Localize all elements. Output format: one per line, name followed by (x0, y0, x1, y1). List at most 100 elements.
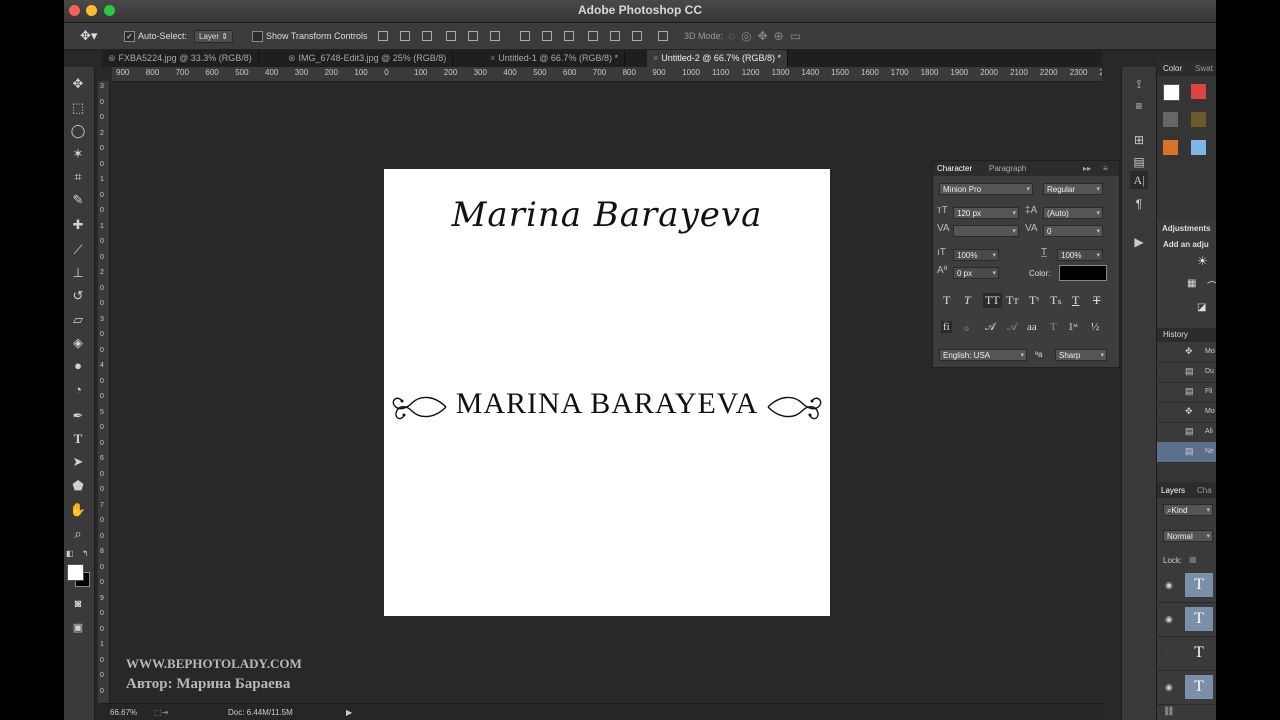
fractions-icon[interactable]: ½ (1091, 321, 1099, 333)
eyedropper-tool-icon[interactable]: ✎ (69, 191, 87, 209)
tracking-field[interactable]: 0 (1043, 225, 1103, 238)
horizontal-ruler[interactable]: 900 800 700 600 500 400 300 200 100 0 100 200 300 400… (112, 67, 1102, 82)
visibility-eye-icon[interactable]: ◉ (1165, 614, 1173, 625)
swap-colors-icon[interactable]: ↰ (82, 549, 89, 558)
tab-color[interactable]: Color (1163, 64, 1182, 73)
collapse-panel-icon[interactable]: ▸▸ (1083, 164, 1091, 173)
layer-row[interactable]: ◉ T (1157, 568, 1216, 603)
tab-img-6748[interactable]: ⊗ IMG_6748-Edit3.jpg @ 25% (RGB/8) (282, 50, 454, 67)
language-select[interactable]: English: USA (939, 349, 1027, 362)
distribute-top-icon[interactable] (520, 31, 530, 41)
tab-untitled-1[interactable]: × Untitled-1 @ 66.7% (RGB/8) * (484, 50, 625, 67)
visibility-eye-icon[interactable]: ◉ (1165, 682, 1173, 693)
brush-tool-icon[interactable]: ⟋ (69, 241, 87, 259)
kerning-field[interactable] (953, 225, 1019, 238)
screen-mode-icon[interactable]: ▣ (69, 619, 87, 637)
move-tool-preset-icon[interactable]: ✥▾ (80, 23, 97, 49)
type-tool-icon[interactable]: T (69, 430, 87, 448)
blur-tool-icon[interactable]: ● (69, 357, 87, 375)
exposure-icon[interactable]: ◪ (1197, 302, 1206, 313)
link-layers-icon[interactable]: ⛓ (1163, 706, 1174, 717)
quick-mask-icon[interactable]: ◙ (69, 595, 87, 613)
auto-select-dropdown[interactable]: Layer ⇕ (194, 23, 233, 49)
vertical-ruler[interactable]: 3 0 0 2 0 0 1 0 0 1 0 0 2 0 0 3 0 0 4 0 0 5 0 0 6 0 0 7 0 0 8 0 0 9 0 0 1 0 0 0 (98, 81, 110, 703)
default-colors-icon[interactable]: ◧ (66, 549, 74, 558)
history-item[interactable]: ✥ Mo (1157, 342, 1216, 363)
swatch-gray[interactable] (1163, 112, 1178, 127)
swatch-orange[interactable] (1163, 140, 1178, 155)
move-tool-icon[interactable]: ✥ (69, 75, 87, 93)
visibility-off-icon[interactable]: ▫ (1165, 648, 1168, 658)
old-style-icon[interactable]: ℴ (964, 321, 969, 334)
dodge-tool-icon[interactable]: ◔ (69, 381, 87, 399)
auto-align-icon[interactable] (658, 31, 668, 41)
close-tab-icon[interactable]: × (490, 53, 495, 63)
antialias-select[interactable]: Sharp (1055, 349, 1107, 362)
history-title[interactable]: History (1163, 330, 1188, 339)
clone-source-icon[interactable]: ▤ (1130, 153, 1148, 171)
layer-row[interactable]: ◉ T (1157, 602, 1216, 637)
eraser-tool-icon[interactable]: ▱ (69, 311, 87, 329)
levels-icon[interactable]: ▦ (1187, 278, 1196, 289)
distribute-left-icon[interactable] (588, 31, 598, 41)
align-bottom-icon[interactable] (422, 31, 432, 41)
zoom-level[interactable]: 66.67% (110, 708, 137, 717)
magic-wand-tool-icon[interactable]: ✶ (69, 145, 87, 163)
distribute-right-icon[interactable] (632, 31, 642, 41)
tab-channels[interactable]: Cha (1197, 486, 1212, 495)
brightness-icon[interactable]: ☀ (1197, 254, 1208, 268)
auto-select-checkbox[interactable]: ✓ Auto-Select: (124, 23, 187, 49)
export-icon[interactable]: ⬚⇥ (154, 708, 168, 717)
marquee-tool-icon[interactable]: ⬚ (69, 99, 87, 117)
tab-swatches[interactable]: Swat (1195, 64, 1213, 73)
font-family-select[interactable]: Minion Pro (939, 183, 1033, 196)
tab-paragraph[interactable]: Paragraph (989, 164, 1026, 173)
tab-character[interactable]: Character (937, 164, 972, 173)
strikethrough-icon[interactable]: T (1093, 293, 1100, 308)
vertical-scale-field[interactable]: 100% (953, 249, 999, 262)
paint-bucket-tool-icon[interactable]: ◈ (69, 334, 87, 352)
align-right-icon[interactable] (490, 31, 500, 41)
script-text-layer[interactable]: Marina Barayeva (384, 195, 830, 235)
history-item[interactable]: ▤ Ali (1157, 422, 1216, 443)
path-selection-tool-icon[interactable]: ➤ (69, 453, 87, 471)
visibility-eye-icon[interactable]: ◉ (1165, 580, 1173, 591)
small-caps-icon[interactable]: Tт (1006, 293, 1019, 308)
baseline-shift-field[interactable]: 0 px (953, 267, 999, 280)
align-left-icon[interactable] (446, 31, 456, 41)
shape-tool-icon[interactable]: ⬟ (69, 477, 87, 495)
properties-panel-icon[interactable]: ≡ (1130, 97, 1148, 115)
faux-bold-icon[interactable]: T (943, 293, 950, 308)
history-item[interactable]: ▤ Fli (1157, 382, 1216, 403)
blend-mode-select[interactable]: Normal (1163, 530, 1213, 543)
brush-panel-icon[interactable]: ⟟ (1130, 75, 1148, 93)
subscript-icon[interactable]: Tₛ (1050, 293, 1062, 308)
faux-italic-icon[interactable]: T (964, 293, 971, 308)
tab-untitled-2[interactable]: × Untitled-2 @ 66.7% (RGB/8) * (647, 50, 788, 67)
layer-comps-icon[interactable]: ⊞ (1130, 131, 1148, 149)
history-item-active[interactable]: ▤ Ne (1157, 442, 1216, 463)
ordinals-icon[interactable]: T (1050, 321, 1057, 333)
stylistic-alternates-icon[interactable]: 𝒜 (1007, 321, 1017, 334)
font-style-select[interactable]: Regular (1043, 183, 1103, 196)
curves-icon[interactable]: ⌒ (1207, 278, 1216, 293)
history-item[interactable]: ▤ Du (1157, 362, 1216, 383)
superscript-icon[interactable]: Tˢ (1029, 293, 1039, 308)
lasso-tool-icon[interactable]: ◯ (69, 122, 87, 140)
status-menu-arrow-icon[interactable]: ▶ (346, 708, 352, 717)
ordinals-1st-icon[interactable]: 1ˢᵗ (1068, 321, 1078, 333)
show-transform-checkbox[interactable]: Show Transform Controls (252, 23, 368, 49)
history-item[interactable]: ✥ Mo (1157, 402, 1216, 423)
distribute-vcenter-icon[interactable] (542, 31, 552, 41)
document-canvas[interactable]: Marina Barayeva MARINA BARAYEVA (384, 169, 830, 616)
all-caps-icon[interactable]: TT (983, 293, 1002, 308)
close-tab-icon[interactable]: ⊗ (288, 53, 296, 63)
leading-field[interactable]: (Auto) (1043, 207, 1103, 220)
ligatures-icon[interactable]: fi (941, 321, 952, 333)
pen-tool-icon[interactable]: ✒ (69, 407, 87, 425)
actions-panel-icon[interactable]: ▶ (1130, 233, 1148, 251)
distribute-hcenter-icon[interactable] (610, 31, 620, 41)
paragraph-panel-icon[interactable]: ¶ (1130, 195, 1148, 213)
foreground-color-swatch[interactable] (67, 564, 84, 581)
layer-row[interactable]: ▫ T (1157, 636, 1216, 671)
